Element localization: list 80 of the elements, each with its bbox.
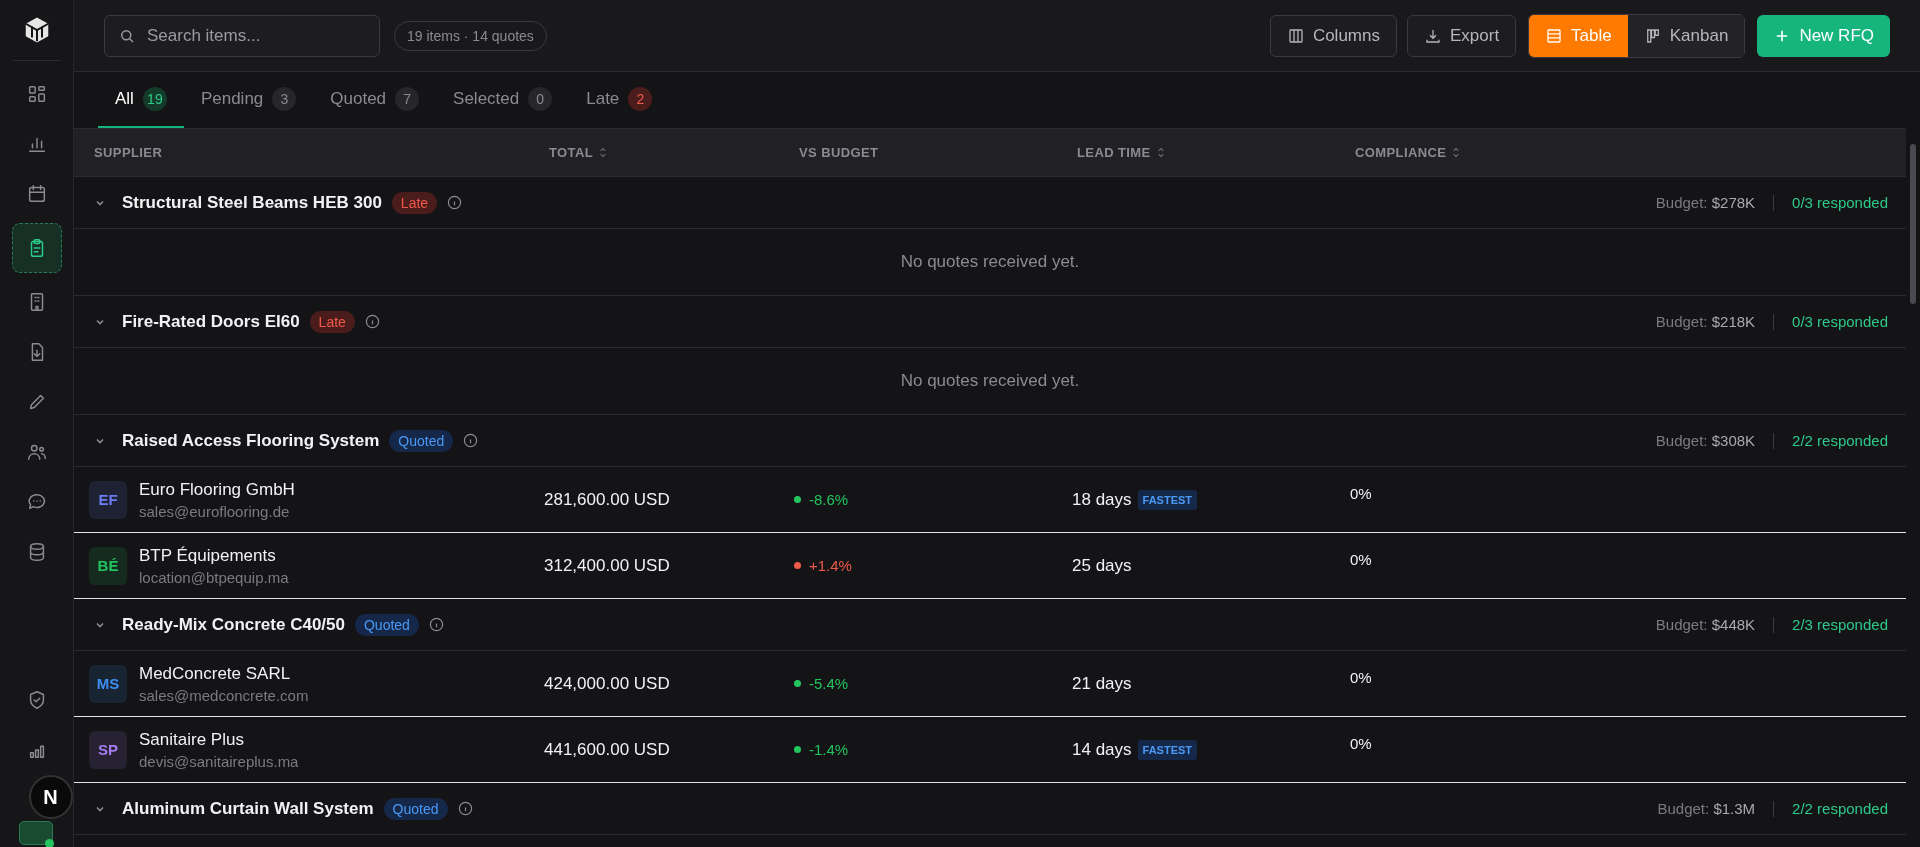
supplier-name: BTP Équipements xyxy=(139,545,277,566)
group-title: Aluminum Curtain Wall System xyxy=(122,798,374,819)
column-header[interactable]: LEAD TIME xyxy=(1077,145,1151,160)
supplier-avatar: EF xyxy=(89,480,127,519)
responded-count: 2/3 responded xyxy=(1792,616,1888,633)
info-icon[interactable] xyxy=(463,433,479,448)
column-header[interactable]: COMPLIANCE xyxy=(1355,145,1447,160)
export-button[interactable]: Export xyxy=(1406,14,1517,57)
filter-tab[interactable]: Selected 0 xyxy=(436,72,570,128)
status-badge: Late xyxy=(309,310,355,333)
supplier-email: devis@sanitaireplus.ma xyxy=(139,752,299,770)
group-title: Raised Access Flooring System xyxy=(122,430,380,451)
fastest-badge: FASTEST xyxy=(1137,489,1198,510)
total-amount: 424,000.00 USD xyxy=(544,673,670,693)
sort-icon[interactable] xyxy=(1156,147,1165,158)
info-icon[interactable] xyxy=(447,195,463,210)
info-icon[interactable] xyxy=(457,801,473,816)
clipboard-icon[interactable] xyxy=(11,223,62,273)
budget-variance: +1.4% xyxy=(809,557,852,574)
lead-time: 18 days xyxy=(1072,489,1132,510)
compliance-value: 0% xyxy=(1350,669,1372,686)
responded-count: 2/2 responded xyxy=(1792,432,1888,449)
total-amount: 312,400.00 USD xyxy=(544,555,670,575)
responded-count: 0/3 responded xyxy=(1792,194,1888,211)
budget-text: Budget: $448K xyxy=(1655,616,1756,633)
status-badge: Quoted xyxy=(355,613,419,636)
budget-variance: -1.4% xyxy=(809,741,849,758)
info-icon[interactable] xyxy=(428,617,444,632)
responded-count: 2/2 responded xyxy=(1792,800,1888,817)
status-badge: Late xyxy=(391,191,438,214)
group-title: Ready-Mix Concrete C40/50 xyxy=(122,614,345,635)
sort-icon[interactable] xyxy=(599,147,608,158)
lead-time: 14 days xyxy=(1072,739,1132,760)
column-header: SUPPLIER xyxy=(94,145,163,160)
dev-badge[interactable]: N xyxy=(28,775,73,819)
status-dot xyxy=(44,839,54,847)
group-title: Structural Steel Beams HEB 300 xyxy=(122,192,382,213)
total-amount: 281,600.00 USD xyxy=(544,489,670,509)
kanban-view-button[interactable]: Kanban xyxy=(1627,14,1745,57)
column-header[interactable]: TOTAL xyxy=(549,145,594,160)
supplier-name: Sanitaire Plus xyxy=(139,729,245,750)
empty-message: No quotes received yet. xyxy=(900,371,1080,391)
column-header: VS BUDGET xyxy=(799,145,879,160)
compliance-value: 0% xyxy=(1350,551,1372,568)
supplier-avatar: MS xyxy=(89,664,127,703)
lead-time: 21 days xyxy=(1072,673,1132,694)
group-title: Fire-Rated Doors EI60 xyxy=(122,311,300,332)
status-badge: Quoted xyxy=(383,797,448,820)
responded-count: 0/3 responded xyxy=(1792,313,1888,330)
budget-text: Budget: $278K xyxy=(1655,194,1756,211)
lead-time: 25 days xyxy=(1072,555,1132,576)
supplier-email: sales@euroflooring.de xyxy=(139,502,291,520)
sort-icon[interactable] xyxy=(1452,147,1461,158)
columns-icon xyxy=(1286,26,1305,45)
filter-tab[interactable]: Late 2 xyxy=(569,72,670,128)
budget-text: Budget: $308K xyxy=(1655,432,1756,449)
empty-message: No quotes received yet. xyxy=(900,252,1080,272)
supplier-email: location@btpequip.ma xyxy=(139,568,289,586)
supplier-name: Euro Flooring GmbH xyxy=(139,479,295,500)
supplier-email: sales@medconcrete.com xyxy=(139,686,309,704)
supplier-avatar: SP xyxy=(89,730,127,769)
budget-variance: -5.4% xyxy=(809,675,849,692)
budget-variance: -8.6% xyxy=(809,491,849,508)
fastest-badge: FASTEST xyxy=(1137,739,1198,760)
compliance-value: 0% xyxy=(1350,485,1372,502)
supplier-name: MedConcrete SARL xyxy=(139,663,292,684)
columns-button[interactable]: Columns xyxy=(1269,14,1397,57)
filter-tab[interactable]: Pending 3 xyxy=(183,72,314,128)
total-amount: 441,600.00 USD xyxy=(544,739,670,759)
budget-text: Budget: $1.3M xyxy=(1657,800,1756,817)
supplier-avatar: BÉ xyxy=(89,546,127,585)
compliance-value: 0% xyxy=(1350,735,1372,752)
user-avatar[interactable] xyxy=(18,821,53,845)
filter-tab[interactable]: Quoted 7 xyxy=(313,72,437,128)
info-icon[interactable] xyxy=(364,314,380,329)
table-icon xyxy=(1545,26,1564,45)
scrollbar-thumb[interactable] xyxy=(1910,144,1916,304)
status-badge: Quoted xyxy=(389,429,454,452)
search-field[interactable]: Search items... xyxy=(104,14,380,57)
budget-text: Budget: $218K xyxy=(1655,313,1756,330)
